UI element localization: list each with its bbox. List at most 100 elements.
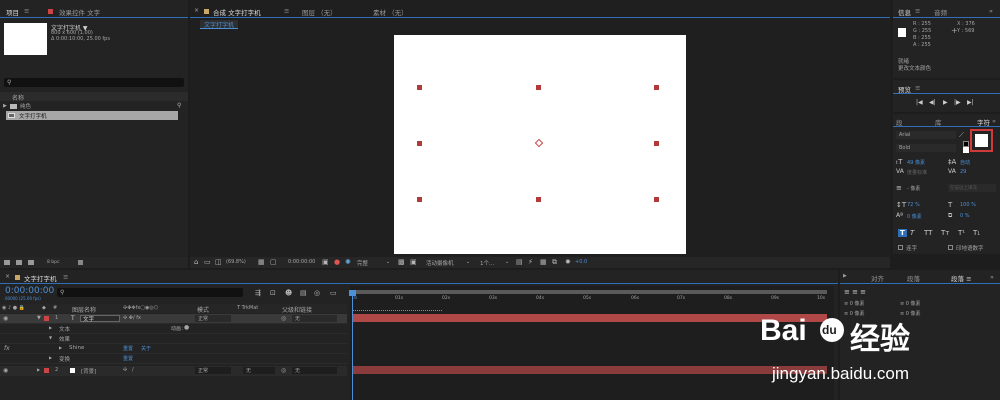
info-tab-menu[interactable]: ≡ <box>915 7 920 15</box>
faux-bold-button[interactable]: T <box>898 229 907 237</box>
chevron-down-icon[interactable]: ⌄ <box>466 259 470 266</box>
effects-group-row[interactable]: ▼ 效果 <box>0 334 347 344</box>
folder-expand-icon[interactable]: ▶ <box>3 103 7 109</box>
panel-arrow[interactable]: ▶ <box>843 273 847 279</box>
font-family-dropdown[interactable]: Arial <box>896 131 956 139</box>
current-time-display[interactable]: 0:00:00:00 <box>5 286 54 296</box>
subscript-button[interactable]: T₁ <box>973 229 980 237</box>
viewer-tab-menu[interactable]: ≡ <box>284 7 289 15</box>
chevron-down-icon[interactable]: ⌄ <box>386 259 390 266</box>
layer-switches[interactable]: ✣ ✤/ fx <box>123 315 141 321</box>
camera-snapshot-icon[interactable]: ▣ <box>322 259 329 266</box>
project-item-solids[interactable]: 纯色 <box>20 102 31 110</box>
color-wheel-icon[interactable]: ✺ <box>345 259 351 266</box>
exposure-icon[interactable]: ✹ <box>565 259 571 266</box>
vertical-scale-value[interactable]: 72 % <box>907 202 920 208</box>
tab-effects-controls[interactable]: 效果控件 文字 <box>59 7 100 17</box>
parent-header[interactable]: 父级和链接 <box>282 305 312 314</box>
align-buttons[interactable]: ≡ ≡ ≡ <box>844 288 866 296</box>
fill-color-swatch-white[interactable] <box>963 147 969 153</box>
tab-paragraph-active[interactable]: 段落 ≡ <box>951 273 972 283</box>
bbox-handle-ml[interactable] <box>417 141 422 146</box>
trkmat-header[interactable]: T TrkMat <box>237 305 258 311</box>
3d-view-icon[interactable]: ▣ <box>410 259 417 266</box>
zoom-dropdown[interactable]: (69.8%) <box>226 259 246 265</box>
leading-value[interactable]: 自动 <box>960 159 970 166</box>
play-button[interactable]: ▶ <box>943 99 948 106</box>
bbox-handle-bc[interactable] <box>536 197 541 202</box>
bpc-label[interactable]: 8 bpc <box>47 260 59 265</box>
expand-arrow-icon[interactable]: ▼ <box>49 335 52 340</box>
keyframe-strip[interactable] <box>352 310 442 313</box>
work-area-bar[interactable] <box>350 290 827 294</box>
baseline-shift-value[interactable]: 0 像素 <box>907 213 922 220</box>
expand-arrow-icon[interactable]: ▶ <box>49 325 52 330</box>
stroke-color-swatch-black[interactable] <box>963 141 969 147</box>
mode-header[interactable]: 模式 <box>197 305 209 314</box>
pixel-aspect-icon[interactable]: ▤ <box>516 259 523 266</box>
small-caps-button[interactable]: Tт <box>941 229 949 237</box>
current-time-indicator[interactable] <box>352 290 353 400</box>
all-caps-button[interactable]: TT <box>924 229 932 237</box>
first-frame-button[interactable]: |◀ <box>916 99 923 106</box>
shine-about-link[interactable]: 关于 <box>141 345 151 352</box>
bbox-handle-br[interactable] <box>654 197 659 202</box>
toggle-transparency-icon[interactable]: ▩ <box>398 259 405 266</box>
project-tab-menu[interactable]: ≡ <box>24 7 29 15</box>
prev-frame-button[interactable]: ◀| <box>929 99 936 106</box>
mask-icon[interactable]: ◫ <box>215 259 222 266</box>
fx-icon[interactable]: fx <box>4 345 10 352</box>
channel-icon[interactable]: ● <box>334 259 340 266</box>
fill-color-swatch[interactable] <box>975 134 988 147</box>
tab-audio[interactable]: 音频 <box>934 7 947 17</box>
camera-dropdown[interactable]: 活动摄像机 <box>426 259 454 267</box>
tab-align[interactable]: 对齐 <box>871 273 884 283</box>
playhead-handle[interactable] <box>349 290 356 296</box>
viewer-timecode[interactable]: 0:00:00:00 <box>288 259 315 265</box>
tab-paragraph-2[interactable]: 段落 <box>907 273 920 283</box>
timeline-close-icon[interactable]: × <box>5 273 10 280</box>
kerning-value[interactable]: 度量标准 <box>907 169 927 176</box>
new-comp-icon[interactable] <box>28 260 34 265</box>
tab-project[interactable]: 项目 <box>6 7 19 17</box>
stroke-type-dropdown[interactable]: 在描边上填充 <box>948 184 996 192</box>
composition-canvas[interactable] <box>394 35 686 254</box>
bbox-handle-mr[interactable] <box>654 141 659 146</box>
resolution-dropdown[interactable]: 完整 <box>357 259 368 267</box>
flowchart-icon[interactable]: ⧉ <box>552 259 557 266</box>
viewer-close-icon[interactable]: × <box>194 7 199 14</box>
tab-timeline-comp[interactable]: 文字打字机 <box>24 273 57 283</box>
transform-group-row[interactable]: ▶ 变换 重置 <box>0 354 347 364</box>
pickwhip-icon[interactable]: ◎ <box>281 367 286 374</box>
expand-arrow-icon[interactable]: ▶ <box>49 355 52 360</box>
bbox-handle-tr[interactable] <box>654 85 659 90</box>
more-panels-icon[interactable]: » <box>989 7 993 15</box>
fill-color-highlight[interactable] <box>970 129 993 152</box>
draft-3d-icon[interactable]: ⊡ <box>270 290 276 297</box>
layer-row-1[interactable]: ◉ ▼ 1 T 文字 ✣ ✤/ fx 正常 ◎ 无 <box>0 314 347 324</box>
expand-arrow-icon[interactable]: ▶ <box>59 345 62 350</box>
fast-preview-icon[interactable]: ⚡ <box>528 259 533 266</box>
tab-footage[interactable]: 素材 （无） <box>373 7 408 17</box>
tracking-value[interactable]: 29 <box>960 169 966 175</box>
views-dropdown[interactable]: 1个... <box>480 259 494 267</box>
timeline-tab-menu[interactable]: ≡ <box>63 273 68 281</box>
anchor-point-icon[interactable] <box>534 138 544 148</box>
more-panels-icon[interactable]: » <box>992 117 996 125</box>
stroke-width-value[interactable]: - 像素 <box>907 185 920 192</box>
grid-icon[interactable]: ▦ <box>258 259 265 266</box>
layer-label-color[interactable] <box>44 368 49 373</box>
font-style-dropdown[interactable]: Bold <box>896 144 956 152</box>
graph-editor-icon[interactable]: ▭ <box>330 290 337 297</box>
bbox-handle-tc[interactable] <box>536 85 541 90</box>
timeline-icon[interactable]: ▦ <box>540 259 547 266</box>
horizontal-scale-value[interactable]: 100 % <box>960 202 976 208</box>
transform-reset-link[interactable]: 重置 <box>123 355 133 362</box>
new-folder-icon[interactable] <box>16 260 22 265</box>
timeline-search-input[interactable]: ⚲ <box>57 288 243 297</box>
tab-composition[interactable]: 合成 文字打字机 <box>213 7 261 17</box>
delete-icon[interactable] <box>78 260 83 265</box>
motion-blur-icon[interactable]: ◎ <box>314 290 320 297</box>
roi-icon[interactable]: ▢ <box>270 259 277 266</box>
frame-blending-icon[interactable]: ▤ <box>300 290 307 297</box>
